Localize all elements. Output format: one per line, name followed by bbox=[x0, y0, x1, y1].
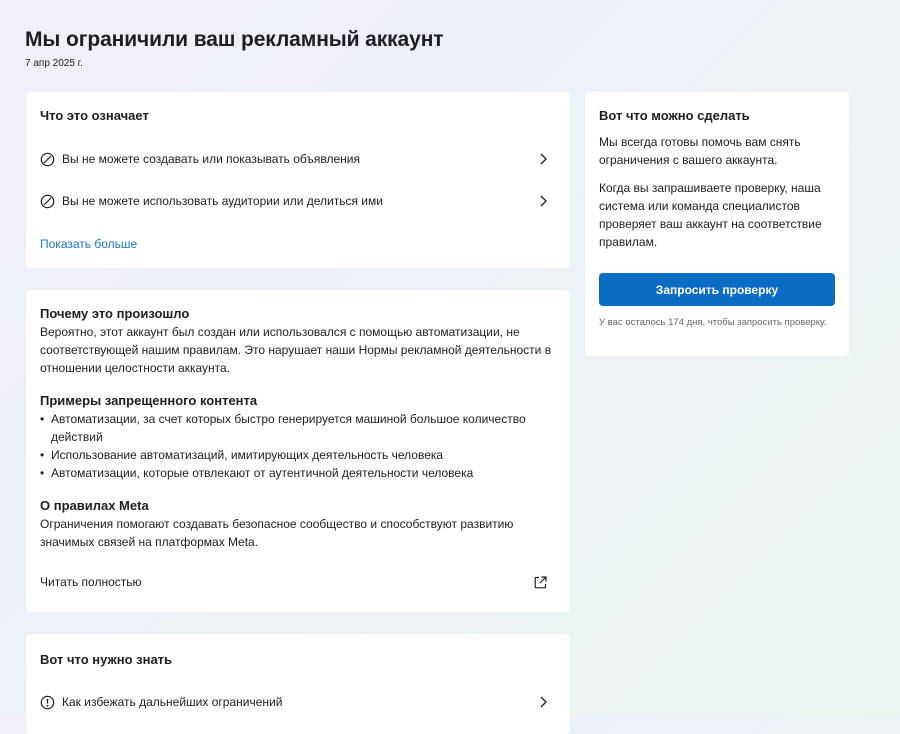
restriction-item-label: Вы не можете использовать аудитории или … bbox=[62, 194, 383, 208]
know-item-label: Как избежать дальнейших ограничений bbox=[62, 695, 283, 709]
restriction-date: 7 апр 2025 г. bbox=[25, 58, 83, 69]
what-this-means-heading: Что это означает bbox=[40, 108, 149, 123]
why-heading: Почему это произошло bbox=[40, 306, 190, 321]
know-item-avoid-restrictions[interactable]: Как избежать дальнейших ограничений bbox=[40, 690, 548, 714]
request-review-button[interactable]: Запросить проверку bbox=[599, 273, 835, 306]
rules-text: Ограничения помогают создавать безопасно… bbox=[40, 517, 514, 549]
blocked-icon bbox=[40, 152, 55, 167]
chevron-right-icon bbox=[538, 695, 548, 709]
page-title: Мы ограничили ваш рекламный аккаунт bbox=[25, 28, 444, 51]
external-link-icon bbox=[533, 575, 548, 590]
read-more-label: Читать полностью bbox=[40, 575, 142, 589]
examples-heading: Примеры запрещенного контента bbox=[40, 393, 258, 408]
what-you-can-do-card: Вот что можно сделать Мы всегда готовы п… bbox=[585, 92, 849, 356]
why-text: Вероятно, этот аккаунт был создан или ис… bbox=[40, 325, 552, 375]
what-you-can-do-heading: Вот что можно сделать bbox=[599, 108, 750, 123]
what-this-means-card: Что это означает Вы не можете создавать … bbox=[26, 92, 570, 268]
example-item: Автоматизации, которые отвлекают от ауте… bbox=[40, 464, 560, 482]
blocked-icon bbox=[40, 194, 55, 209]
restriction-item-label: Вы не можете создавать или показывать об… bbox=[62, 152, 360, 166]
why-this-happened-card: Почему это произошло Вероятно, этот акка… bbox=[26, 290, 570, 612]
example-item: Автоматизации, за счет которых быстро ге… bbox=[40, 410, 560, 446]
info-icon bbox=[40, 695, 55, 710]
what-to-know-card: Вот что нужно знать Как избежать дальней… bbox=[26, 634, 570, 734]
examples-list: Автоматизации, за счет которых быстро ге… bbox=[40, 410, 560, 482]
what-to-know-heading: Вот что нужно знать bbox=[40, 652, 173, 667]
restriction-item-ads[interactable]: Вы не можете создавать или показывать об… bbox=[40, 147, 548, 171]
example-item: Использование автоматизаций, имитирующих… bbox=[40, 446, 560, 464]
rules-heading: О правилах Meta bbox=[40, 498, 149, 513]
review-explanation: Когда вы запрашиваете проверку, наша сис… bbox=[599, 181, 822, 249]
chevron-right-icon bbox=[538, 194, 548, 208]
help-text: Мы всегда готовы помочь вам снять ограни… bbox=[599, 135, 801, 167]
days-remaining-note: У вас осталось 174 дня, чтобы запросить … bbox=[599, 317, 827, 328]
show-more-link[interactable]: Показать больше bbox=[40, 237, 137, 251]
chevron-right-icon bbox=[538, 152, 548, 166]
restriction-item-audiences[interactable]: Вы не можете использовать аудитории или … bbox=[40, 189, 548, 213]
read-more-link[interactable]: Читать полностью bbox=[40, 572, 548, 592]
